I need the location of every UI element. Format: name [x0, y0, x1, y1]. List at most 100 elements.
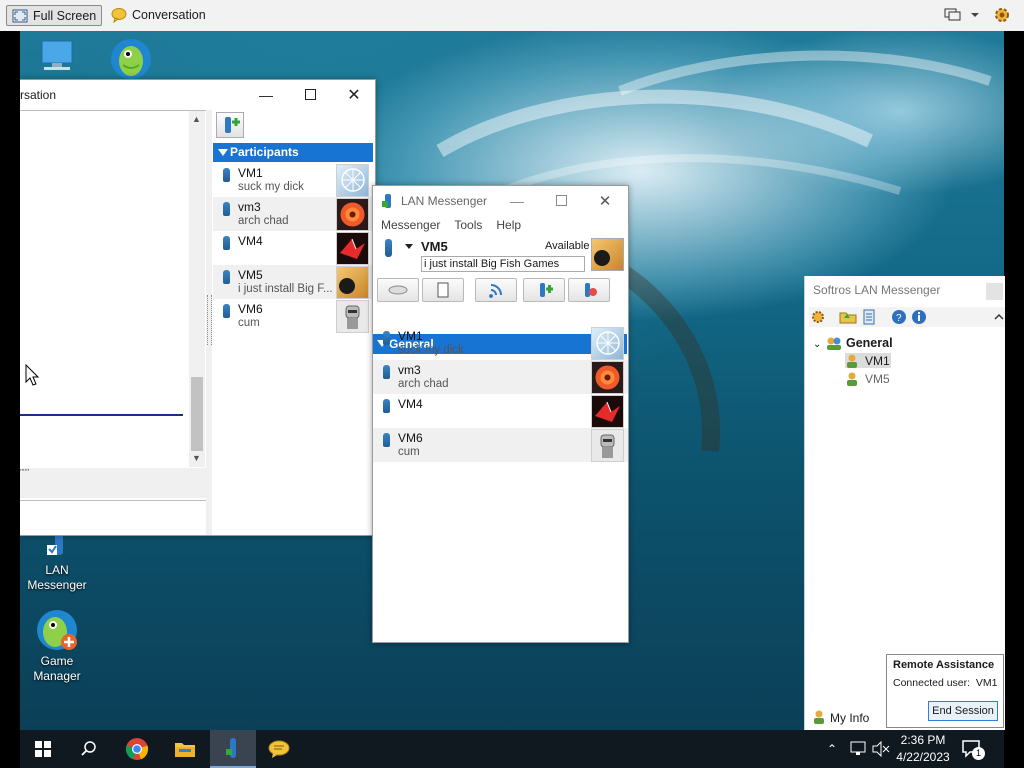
participant-name: VM4: [238, 234, 263, 248]
splitter-line: [20, 414, 183, 416]
message-input[interactable]: [20, 500, 206, 535]
windows-logo-icon: [35, 741, 51, 757]
show-hidden-icons-chevron-icon[interactable]: ⌃: [827, 742, 837, 756]
connected-user-text: Connected user: VM1: [893, 677, 998, 689]
rss-button[interactable]: [475, 278, 517, 302]
end-session-button[interactable]: End Session: [928, 701, 998, 721]
status-dropdown-chevron-icon[interactable]: [405, 244, 413, 249]
vertical-splitter[interactable]: [206, 110, 212, 535]
lan-messenger-taskbar-button[interactable]: [210, 730, 256, 768]
conversation-button[interactable]: Conversation: [106, 5, 211, 25]
contact-row-vm4[interactable]: VM4: [373, 394, 628, 428]
left-edge: [0, 31, 20, 768]
full-screen-button[interactable]: Full Screen: [6, 5, 103, 26]
scroll-up-arrow-icon[interactable]: ▲: [192, 114, 201, 124]
contact-settings-button[interactable]: [568, 278, 610, 302]
fish-game-desktop-icon[interactable]: [91, 37, 171, 83]
participants-list: VM1 suck my dick vm3 arch chad VM4 VM5 i…: [213, 163, 374, 333]
network-icon[interactable]: [849, 741, 867, 757]
softros-taskbar-button[interactable]: [256, 730, 302, 768]
chevron-up-icon[interactable]: [993, 311, 1005, 323]
softros-group-general[interactable]: General: [846, 336, 893, 350]
menu-help[interactable]: Help: [496, 218, 521, 234]
participant-name: VM5: [238, 268, 263, 282]
full-screen-label: Full Screen: [33, 8, 97, 23]
add-contact-button[interactable]: [523, 278, 565, 302]
minimize-button[interactable]: —: [244, 80, 288, 109]
user-status-icon: [223, 304, 230, 318]
softros-tree-expand-icon[interactable]: ⌄: [813, 339, 821, 350]
user-person-icon: [847, 372, 857, 386]
close-button[interactable]: ✕: [583, 186, 627, 215]
avatar-origami-icon: [336, 232, 369, 265]
softros-collapse-button[interactable]: [986, 283, 1003, 300]
add-participant-button[interactable]: [216, 112, 244, 138]
this-pc-desktop-icon[interactable]: [20, 37, 96, 83]
lan-messenger-desktop-icon[interactable]: LAN Messenger: [20, 531, 97, 593]
action-center-button[interactable]: 1: [961, 739, 985, 761]
menu-tools[interactable]: Tools: [454, 218, 482, 234]
contact-row-vm6[interactable]: VM6 cum: [373, 428, 628, 462]
game-manager-desktop-icon[interactable]: Game Manager: [20, 608, 97, 684]
participants-header[interactable]: Participants: [213, 143, 373, 162]
participants-panel: Participants VM1 suck my dick vm3 arch c…: [213, 110, 374, 535]
self-status-icon[interactable]: [385, 239, 392, 257]
contact-row-vm1[interactable]: VM1 suck my dick: [373, 326, 628, 360]
participant-row-vm1[interactable]: VM1 suck my dick: [213, 163, 374, 197]
gear-icon[interactable]: [809, 309, 827, 325]
self-note-input[interactable]: i just install Big Fish Games: [421, 256, 585, 272]
close-button[interactable]: ✕: [332, 80, 376, 109]
participant-row-vm3[interactable]: vm3 arch chad: [213, 197, 374, 231]
lan-messenger-app-icon: [382, 193, 391, 208]
monitor-icon[interactable]: [944, 7, 962, 23]
maximize-button[interactable]: [288, 80, 332, 109]
avatar-robot-icon: [336, 300, 369, 333]
chat-bubble-icon: [268, 740, 290, 758]
self-avatar-guitar-icon[interactable]: [591, 238, 624, 271]
avatar-flower-icon: [336, 198, 369, 231]
user-status-icon: [223, 202, 230, 216]
clock-date[interactable]: 4/22/2023: [893, 750, 953, 764]
minimize-button[interactable]: —: [495, 186, 539, 215]
history-scrollbar[interactable]: ▲ ▼: [189, 111, 205, 467]
user-status-icon: [383, 365, 390, 379]
game-manager-label-line2: Manager: [33, 669, 81, 683]
chevron-down-icon[interactable]: [969, 8, 981, 22]
volume-muted-icon[interactable]: [872, 741, 890, 757]
conversation-window: rsation — ✕ ▲ ▼ '''''' Participants VM1 …: [20, 79, 376, 536]
softros-toolbar: ?: [809, 307, 1005, 327]
broadcast-button[interactable]: [377, 278, 419, 302]
chrome-taskbar-button[interactable]: [114, 730, 160, 768]
start-button[interactable]: [20, 730, 66, 768]
info-icon[interactable]: [911, 309, 927, 325]
participant-row-vm5[interactable]: VM5 i just install Big F...: [213, 265, 374, 299]
folder-icon[interactable]: [839, 309, 857, 325]
svg-text:?: ?: [896, 313, 902, 324]
avatar-ferris-wheel-icon: [591, 327, 624, 360]
contact-name: VM4: [398, 397, 423, 411]
taskbar: ⌃ 2:36 PM 4/22/2023 1: [20, 730, 1004, 768]
file-explorer-taskbar-button[interactable]: [162, 730, 208, 768]
clock-time[interactable]: 2:36 PM: [898, 733, 948, 747]
help-icon[interactable]: ?: [891, 309, 907, 325]
maximize-button[interactable]: [539, 186, 583, 215]
game-manager-label-line1: Game: [40, 654, 74, 668]
softros-user-vm5-label[interactable]: VM5: [865, 372, 890, 386]
scroll-thumb[interactable]: [191, 377, 203, 451]
contact-note: cum: [398, 446, 420, 458]
scroll-down-arrow-icon[interactable]: ▼: [192, 453, 201, 463]
participant-note: cum: [238, 317, 260, 329]
participant-row-vm6[interactable]: VM6 cum: [213, 299, 374, 333]
user-status-icon: [383, 433, 390, 447]
my-info-link[interactable]: My Info: [830, 711, 869, 725]
participant-note: suck my dick: [238, 181, 304, 193]
self-status[interactable]: Available: [545, 240, 589, 252]
file-transfer-button[interactable]: [422, 278, 464, 302]
participant-row-vm4[interactable]: VM4: [213, 231, 374, 265]
search-button[interactable]: [66, 730, 112, 768]
menu-messenger[interactable]: Messenger: [381, 218, 440, 234]
document-list-icon[interactable]: [861, 309, 877, 325]
conversation-label: Conversation: [132, 8, 206, 22]
settings-gear-icon[interactable]: [993, 6, 1011, 24]
contact-row-vm3[interactable]: vm3 arch chad: [373, 360, 628, 394]
